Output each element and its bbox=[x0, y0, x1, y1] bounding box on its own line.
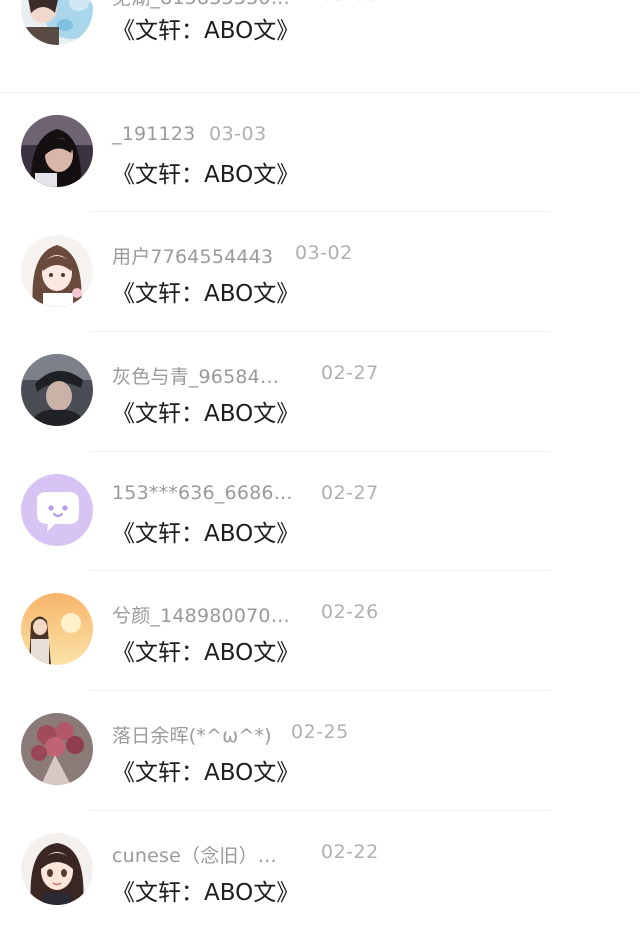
comment-text: 《文轩：ABO文》 bbox=[112, 18, 300, 44]
comment-text: 《文轩：ABO文》 bbox=[112, 162, 300, 188]
username[interactable]: cunese（念旧）… bbox=[112, 841, 277, 868]
comment-list: 芜湖_815835330… 03-03 《文轩：ABO文》 _191123 03… bbox=[0, 0, 640, 926]
illustration-avatar-icon bbox=[21, 235, 93, 307]
comment-date: 02-27 bbox=[321, 362, 379, 384]
comment-text: 《文轩：ABO文》 bbox=[112, 401, 300, 427]
illustration-avatar-icon bbox=[21, 833, 93, 905]
comment-row[interactable]: 153***636_6686… 02-27 《文轩：ABO文》 bbox=[0, 452, 640, 572]
user-avatar[interactable] bbox=[21, 0, 93, 45]
user-avatar[interactable] bbox=[21, 115, 93, 187]
comment-date: 03-03 bbox=[321, 0, 379, 5]
user-avatar[interactable] bbox=[21, 354, 93, 426]
comment-date: 02-26 bbox=[321, 601, 379, 623]
photo-avatar-icon bbox=[21, 713, 93, 785]
photo-avatar-icon bbox=[21, 354, 93, 426]
comment-date: 02-22 bbox=[321, 841, 379, 863]
user-avatar[interactable] bbox=[21, 593, 93, 665]
comment-row[interactable]: 落日余晖(*^ω^*) 02-25 《文轩：ABO文》 bbox=[0, 691, 640, 811]
comment-row[interactable]: 兮颜_148980070… 02-26 《文轩：ABO文》 bbox=[0, 571, 640, 691]
user-avatar[interactable] bbox=[21, 713, 93, 785]
username[interactable]: 落日余晖(*^ω^*) bbox=[112, 721, 272, 748]
username[interactable]: 兮颜_148980070… bbox=[112, 601, 290, 628]
comment-text: 《文轩：ABO文》 bbox=[112, 880, 300, 906]
comment-row[interactable]: 灰色与青_96584… 02-27 《文轩：ABO文》 bbox=[0, 332, 640, 452]
photo-avatar-icon bbox=[21, 0, 93, 45]
comment-date: 03-03 bbox=[209, 123, 267, 145]
user-avatar[interactable] bbox=[21, 833, 93, 905]
comment-text: 《文轩：ABO文》 bbox=[112, 760, 300, 786]
photo-avatar-icon bbox=[21, 115, 93, 187]
comment-row[interactable]: 芜湖_815835330… 03-03 《文轩：ABO文》 bbox=[0, 0, 640, 93]
username[interactable]: 灰色与青_96584… bbox=[112, 362, 279, 389]
user-avatar[interactable] bbox=[21, 235, 93, 307]
comment-row[interactable]: cunese（念旧）… 02-22 《文轩：ABO文》 bbox=[0, 811, 640, 931]
username[interactable]: 153***636_6686… bbox=[112, 482, 293, 504]
comment-text: 《文轩：ABO文》 bbox=[112, 281, 300, 307]
comment-date: 03-02 bbox=[295, 242, 353, 264]
comment-text: 《文轩：ABO文》 bbox=[112, 640, 300, 666]
illustration-avatar-icon bbox=[21, 593, 93, 665]
username[interactable]: 用户7764554443 bbox=[112, 242, 273, 269]
username[interactable]: _191123 bbox=[112, 123, 195, 145]
comment-date: 02-27 bbox=[321, 482, 379, 504]
comment-row[interactable]: 用户7764554443 03-02 《文轩：ABO文》 bbox=[0, 212, 640, 332]
chat-bubble-icon bbox=[21, 474, 93, 546]
comment-text: 《文轩：ABO文》 bbox=[112, 521, 300, 547]
comment-row[interactable]: _191123 03-03 《文轩：ABO文》 bbox=[0, 93, 640, 213]
user-avatar[interactable] bbox=[21, 474, 93, 546]
comment-date: 02-25 bbox=[291, 721, 349, 743]
username[interactable]: 芜湖_815835330… bbox=[112, 0, 290, 10]
